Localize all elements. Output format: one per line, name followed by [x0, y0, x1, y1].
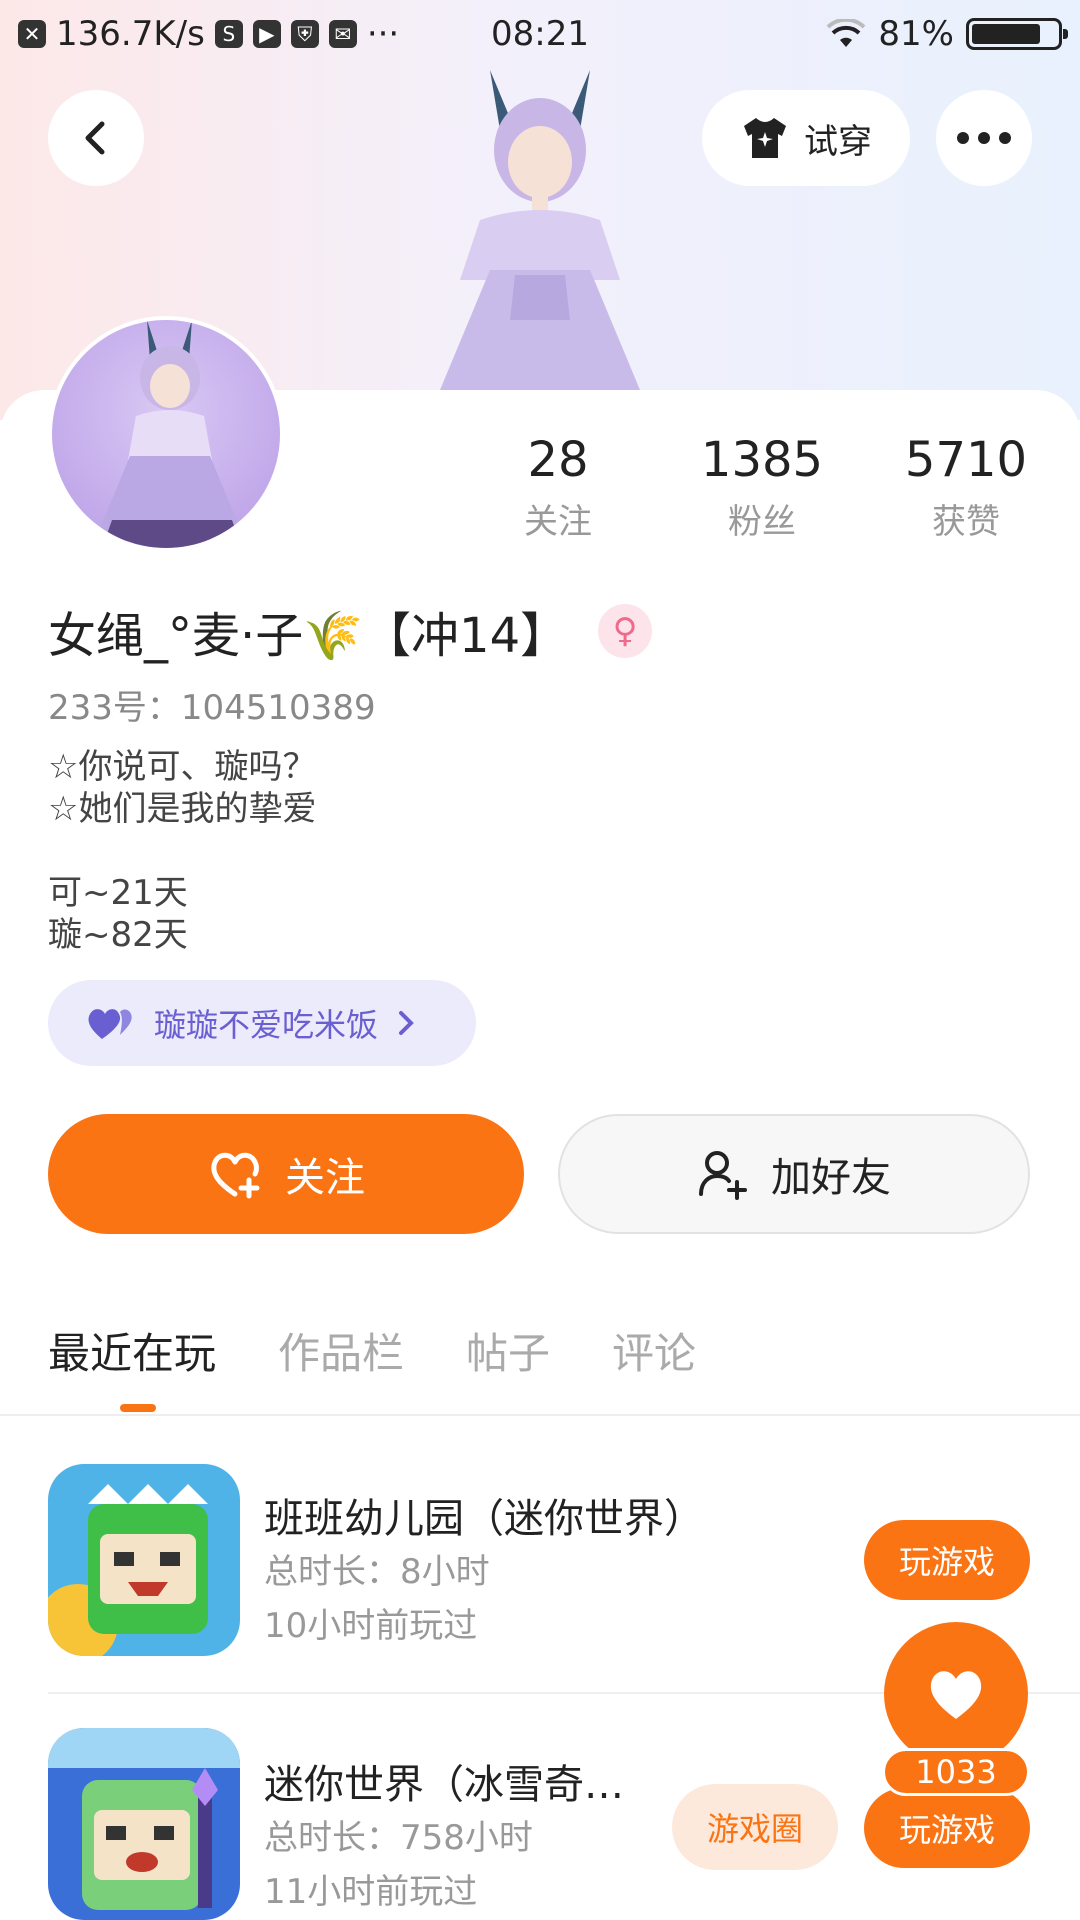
bio-line-4: 璇~82天: [48, 915, 188, 955]
battery-fill: [972, 24, 1041, 44]
profile-name: 女绳_°麦·子🌾【冲14】: [48, 608, 569, 664]
followers-count: 1385: [700, 432, 824, 488]
tshirt-icon: [744, 118, 786, 158]
back-arrow-icon: [85, 121, 105, 155]
likes-stat[interactable]: 5710 获赞: [866, 432, 1066, 543]
avatar-image: [52, 320, 280, 548]
game-last-played-1: 10小时前玩过: [264, 1606, 478, 1646]
bio-line-2: ☆她们是我的挚爱: [48, 789, 317, 829]
game-1-art: [48, 1464, 240, 1656]
tab-recent-games[interactable]: 最近在玩: [48, 1320, 216, 1381]
followers-stat[interactable]: 1385 粉丝: [662, 432, 862, 543]
avatar-character-icon: [92, 320, 248, 548]
tab-posts[interactable]: 帖子: [466, 1320, 550, 1381]
heart-plus-icon: [211, 1152, 260, 1199]
tabs-divider: [0, 1414, 1080, 1416]
following-label: 关注: [524, 502, 592, 542]
character-figure: [440, 70, 640, 390]
tab-works[interactable]: 作品栏: [278, 1320, 404, 1381]
tab-comments[interactable]: 评论: [612, 1320, 696, 1381]
cp-label: 璇璇不爱吃米饭: [154, 1006, 379, 1044]
wifi-icon: [827, 19, 866, 47]
add-friend-button[interactable]: 加好友: [558, 1114, 1030, 1234]
bio-line-1: ☆你说可、璇吗？: [48, 747, 317, 787]
follow-label: 关注: [285, 1155, 365, 1201]
user-id: 233号：104510389: [48, 688, 376, 728]
female-icon: ♀: [598, 604, 653, 658]
followers-label: 粉丝: [728, 502, 796, 542]
chevron-right-icon: [399, 1011, 414, 1035]
battery-tip: [1063, 29, 1068, 39]
try-on-label: 试穿: [804, 121, 872, 162]
more-dots-icon: [957, 132, 1011, 144]
game-circle-button-2[interactable]: 游戏圈: [672, 1784, 838, 1870]
try-on-button[interactable]: 试穿: [702, 90, 910, 186]
add-user-icon: [699, 1151, 747, 1200]
game-icon-1[interactable]: [48, 1464, 240, 1656]
following-count: 28: [527, 432, 589, 488]
heart-icon: [930, 1671, 982, 1719]
avatar[interactable]: [48, 316, 284, 552]
follow-button[interactable]: 关注: [48, 1114, 524, 1234]
status-right: 81%: [826, 14, 1068, 54]
game-icon-2[interactable]: [48, 1728, 240, 1920]
more-button[interactable]: [936, 90, 1032, 186]
likes-count: 5710: [904, 432, 1028, 488]
status-bar: ✕ 136.7K/s S ▶ ⛨ ✉ ··· 08:21 81%: [0, 0, 1080, 72]
like-count: 1033: [882, 1748, 1030, 1796]
like-fab[interactable]: [884, 1622, 1028, 1766]
profile-tabs: 最近在玩 作品栏 帖子 评论: [48, 1320, 696, 1381]
game-duration-1: 总时长：8小时: [264, 1552, 490, 1592]
cp-relationship-pill[interactable]: 璇璇不爱吃米饭: [48, 980, 476, 1066]
game-last-played-2: 11小时前玩过: [264, 1872, 478, 1912]
game-title-1[interactable]: 班班幼儿园（迷你世界）: [264, 1486, 704, 1544]
play-game-button-2[interactable]: 玩游戏: [864, 1788, 1030, 1868]
bio-line-3: 可~21天: [48, 873, 188, 913]
double-heart-icon: [88, 1009, 132, 1039]
game-duration-2: 总时长：758小时: [264, 1818, 533, 1858]
battery-icon: [966, 18, 1068, 50]
active-tab-indicator: [120, 1404, 156, 1412]
game-title-2[interactable]: 迷你世界（冰雪奇…: [264, 1752, 624, 1810]
battery-percent: 81%: [878, 14, 954, 54]
add-friend-label: 加好友: [771, 1155, 891, 1201]
game-2-art: [48, 1728, 240, 1920]
play-game-button-1[interactable]: 玩游戏: [864, 1520, 1030, 1600]
likes-label: 获赞: [932, 502, 1000, 542]
following-stat[interactable]: 28 关注: [458, 432, 658, 543]
profile-name-row: 女绳_°麦·子🌾【冲14】 ♀: [48, 596, 653, 666]
back-button[interactable]: [48, 90, 144, 186]
